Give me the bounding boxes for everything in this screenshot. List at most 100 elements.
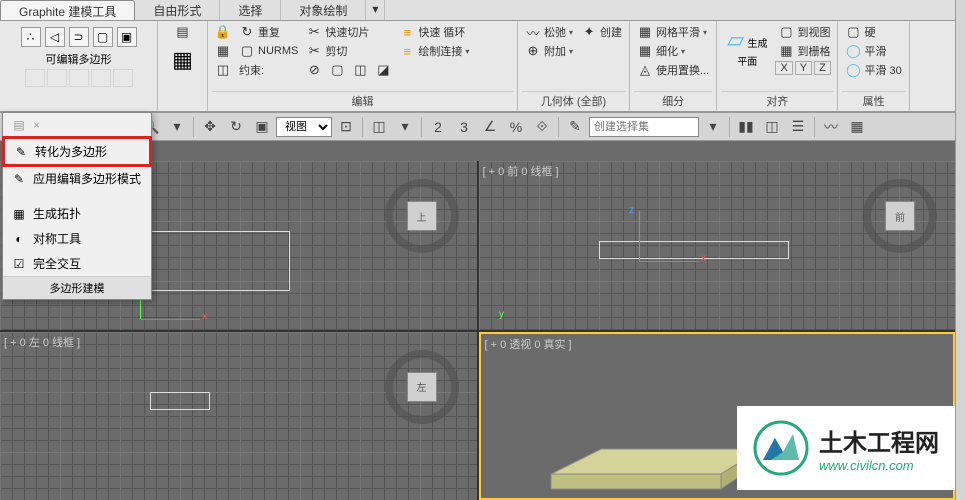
qt-curve[interactable]: 〰 xyxy=(819,116,843,138)
stack-icon: ▤ xyxy=(175,24,191,40)
symmetry-icon: ◐ xyxy=(11,231,27,247)
constraint-normal[interactable]: ◪ xyxy=(372,61,394,79)
subdiv-group-label: 细分 xyxy=(634,91,712,109)
smooth30-btn[interactable]: ◯平滑 30 xyxy=(842,61,904,79)
modify-large-btn[interactable]: ▦ xyxy=(165,43,201,77)
dd-gen-topology[interactable]: ▦生成拓扑 xyxy=(3,201,151,226)
paint-icon: ≡ xyxy=(399,43,415,59)
qt-angle[interactable]: ∠ xyxy=(478,116,502,138)
border-mode-icon[interactable]: ⊃ xyxy=(69,27,89,47)
tab-minimize[interactable]: ▾ xyxy=(366,0,385,20)
align-group-label: 对齐 xyxy=(721,91,833,109)
hard-btn[interactable]: ▢硬 xyxy=(842,23,904,41)
align-y[interactable]: Y xyxy=(795,61,812,75)
dd-full-interactive[interactable]: ☑完全交互 xyxy=(3,251,151,276)
edit-group-label: 编辑 xyxy=(212,91,513,109)
relax-btn[interactable]: 〰松弛▾ xyxy=(522,23,576,41)
viewport-left[interactable]: [ + 0 左 0 线框 ] 左 xyxy=(0,332,477,500)
edit-panel-label: 可编辑多边形 xyxy=(4,51,153,67)
displace-btn[interactable]: ◬使用置换... xyxy=(634,61,712,79)
smooth-btn[interactable]: ◯平滑 xyxy=(842,42,904,60)
qt-manip[interactable]: ◫ xyxy=(367,116,391,138)
ribbon: ∴ ◁ ⊃ ▢ ▣ 可编辑多边形 ▤ ▦ 🔒 ▦ ◫ xyxy=(0,21,965,113)
preserve-uv-btn[interactable]: 🔒 xyxy=(212,23,234,41)
axis-z: z xyxy=(629,205,635,216)
togrid-btn[interactable]: ▦到栅格 xyxy=(775,42,833,60)
qt-move[interactable]: ✥ xyxy=(198,116,222,138)
qt-snap2[interactable]: 2 xyxy=(426,116,450,138)
watermark: 土木工程网 www.civilcn.com xyxy=(737,406,955,490)
qt-keymode[interactable]: ▾ xyxy=(393,116,417,138)
vertex-mode-icon[interactable]: ∴ xyxy=(21,27,41,47)
modifier-btn-3[interactable] xyxy=(69,69,89,87)
align-z[interactable]: Z xyxy=(814,61,831,75)
tab-freeform[interactable]: 自由形式 xyxy=(135,0,220,20)
cut-btn[interactable]: ✂剪切 xyxy=(303,42,394,60)
qt-snap3[interactable]: 3 xyxy=(452,116,476,138)
qt-align[interactable]: ◫ xyxy=(760,116,784,138)
meshsmooth-btn[interactable]: ▦网格平滑▾ xyxy=(634,23,712,41)
constraint-edge[interactable]: ▢ xyxy=(326,61,348,79)
modifier-btn-1[interactable] xyxy=(25,69,45,87)
attach-icon: ⊕ xyxy=(525,43,541,59)
modifier-btn-5[interactable] xyxy=(113,69,133,87)
makeplanar-btn[interactable]: ▱ 生成 平面 xyxy=(721,23,773,91)
qt-dd[interactable]: ▾ xyxy=(701,116,725,138)
viewcube-top[interactable]: 上 xyxy=(397,191,447,241)
qt-mirror[interactable]: ▮▮ xyxy=(734,116,758,138)
coord-system-select[interactable]: 视图 xyxy=(276,117,332,137)
tessellate-btn[interactable]: ▦细化▾ xyxy=(634,42,712,60)
dd-apply-editpoly[interactable]: ✎应用编辑多边形模式 xyxy=(3,166,151,191)
toview-btn[interactable]: ▢到视图 xyxy=(775,23,833,41)
viewport-front[interactable]: [ + 0 前 0 线框 ] 前 x z y xyxy=(479,161,956,330)
dd-symmetry[interactable]: ◐对称工具 xyxy=(3,226,151,251)
tab-objpaint[interactable]: 对象绘制 xyxy=(281,0,366,20)
modifier-btn-2[interactable] xyxy=(47,69,67,87)
misc-btn[interactable]: ◫ xyxy=(212,61,234,79)
qt-percent[interactable]: % xyxy=(504,116,528,138)
repeat-icon: ↻ xyxy=(239,24,255,40)
qt-scale[interactable]: ▣ xyxy=(250,116,274,138)
poly-modeling-dropdown: ▤× ✎转化为多边形 ✎应用编辑多边形模式 ▦生成拓扑 ◐对称工具 ☑完全交互 … xyxy=(2,112,152,300)
vp-persp-label: [ + 0 透视 0 真实 ] xyxy=(485,336,572,352)
qt-layers[interactable]: ☰ xyxy=(786,116,810,138)
qt-spinner[interactable]: ⟐ xyxy=(530,116,554,138)
qt-filter[interactable]: ▾ xyxy=(165,116,189,138)
lock-icon: 🔒 xyxy=(215,24,231,40)
watermark-url: www.civilcn.com xyxy=(819,458,939,473)
tweak-btn[interactable]: ▦ xyxy=(212,42,234,60)
command-panel-strip[interactable] xyxy=(955,0,965,500)
create-btn[interactable]: ✦创建 xyxy=(578,23,625,41)
viewcube-front[interactable]: 前 xyxy=(875,191,925,241)
viewcube-left[interactable]: 左 xyxy=(397,362,447,412)
attach-btn[interactable]: ⊕附加▾ xyxy=(522,42,576,60)
main-tabbar: Graphite 建模工具 自由形式 选择 对象绘制 ▾ xyxy=(0,0,965,21)
tab-select[interactable]: 选择 xyxy=(220,0,281,20)
modifier-btn-4[interactable] xyxy=(91,69,111,87)
qt-named-edit[interactable]: ✎ xyxy=(563,116,587,138)
constraint-none[interactable]: ⊘ xyxy=(303,61,325,79)
qt-schematic[interactable]: ▦ xyxy=(845,116,869,138)
paintconnect-btn[interactable]: ≡绘制连接▾ xyxy=(396,42,472,60)
qt-rotate[interactable]: ↻ xyxy=(224,116,248,138)
named-selection-input[interactable] xyxy=(589,117,699,137)
dd-convert-poly[interactable]: ✎转化为多边形 xyxy=(2,136,152,167)
quickslice-btn[interactable]: ✂快速切片 xyxy=(303,23,394,41)
misc-icon: ◫ xyxy=(215,62,231,78)
view-icon: ▢ xyxy=(778,24,794,40)
constraint-label: 约束: xyxy=(236,61,301,79)
tab-graphite[interactable]: Graphite 建模工具 xyxy=(0,0,135,20)
plane-icon: ▱ xyxy=(727,27,744,52)
displace-icon: ◬ xyxy=(637,62,653,78)
nurms-btn[interactable]: ▢NURMS xyxy=(236,42,301,60)
element-mode-icon[interactable]: ▣ xyxy=(117,27,137,47)
relax-icon: 〰 xyxy=(525,24,541,40)
align-x[interactable]: X xyxy=(775,61,792,75)
polygon-mode-icon[interactable]: ▢ xyxy=(93,27,113,47)
modify-dropdown[interactable]: ▤ xyxy=(172,23,194,41)
qt-pivot[interactable]: ⊡ xyxy=(334,116,358,138)
repeat-btn[interactable]: ↻重复 xyxy=(236,23,301,41)
quickloop-btn[interactable]: ≡快速 循环 xyxy=(396,23,472,41)
edge-mode-icon[interactable]: ◁ xyxy=(45,27,65,47)
constraint-face[interactable]: ◫ xyxy=(349,61,371,79)
